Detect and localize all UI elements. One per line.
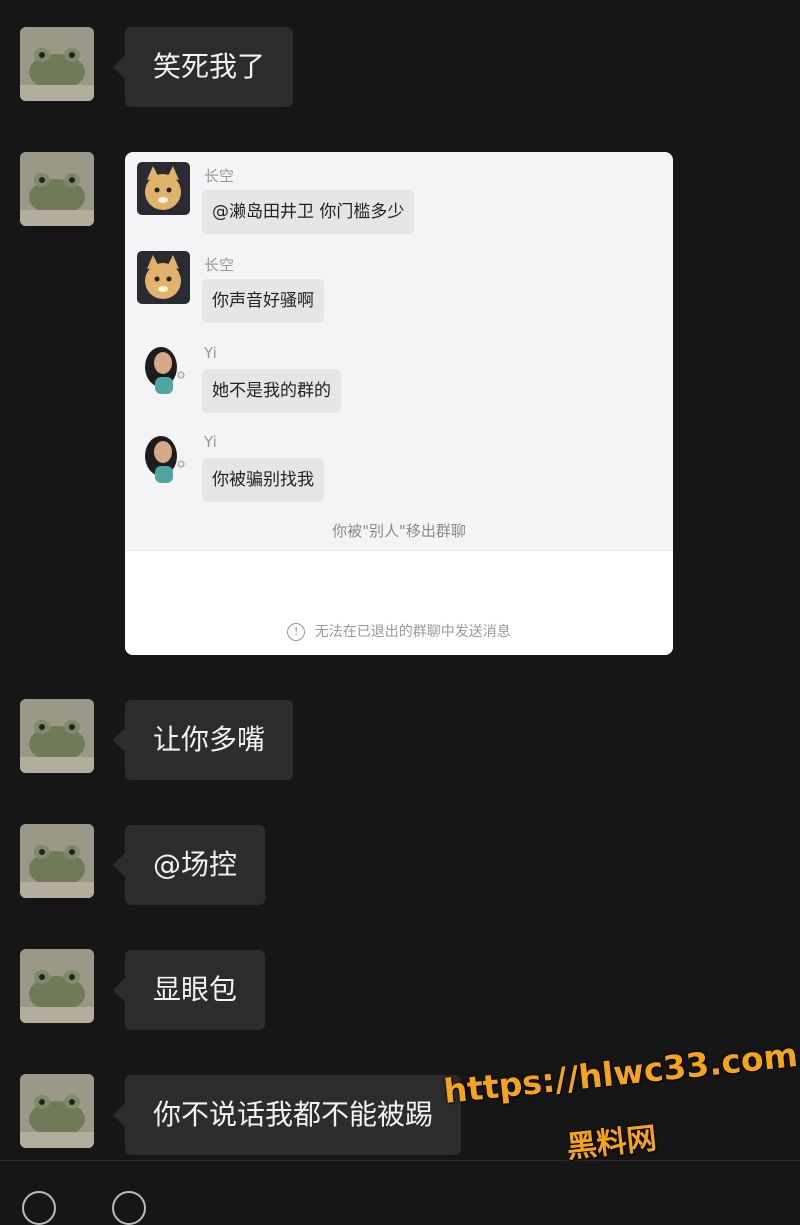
quoted-message: 她不是我的群的 (202, 369, 341, 413)
princess-avatar-icon (137, 341, 190, 394)
message-bubble[interactable]: 笑死我了 (112, 27, 294, 107)
sender-name: Yi (204, 344, 217, 362)
bottom-input-bar (0, 1160, 800, 1225)
frog-avatar-icon (20, 1074, 94, 1148)
sender-avatar[interactable] (20, 699, 94, 773)
message-text: @场控 (153, 848, 238, 881)
message-bubble[interactable]: @场控 (112, 825, 266, 905)
watermark-name: 黑料网 (565, 1121, 659, 1166)
warning-text: 无法在已退出的群聊中发送消息 (314, 624, 511, 640)
sender-name: 长空 (204, 256, 235, 274)
frog-avatar-icon (20, 27, 94, 101)
quoted-message: 你被骗别找我 (202, 458, 324, 502)
yi-avatar (137, 430, 190, 483)
princess-avatar-icon (137, 430, 190, 483)
watermark: https://hlwc33.com 黑料网 (442, 1035, 800, 1165)
message-bubble[interactable]: 你不说话我都不能被踢 (112, 1075, 462, 1155)
sender-name: 长空 (204, 167, 235, 185)
frog-avatar-icon (20, 152, 94, 226)
emoji-icon[interactable] (112, 1191, 146, 1225)
screenshot-image-message[interactable]: 长空 @濑岛田井卫 你门槛多少 长空 你声音好骚啊 Yi 她不是我的群的 Yi … (125, 152, 673, 655)
changkong-avatar (137, 251, 190, 304)
sender-avatar[interactable] (20, 27, 94, 101)
quoted-message: 你声音好骚啊 (202, 279, 324, 323)
message-text: 笑死我了 (153, 50, 266, 83)
message-text: 你不说话我都不能被踢 (153, 1098, 434, 1131)
sender-avatar[interactable] (20, 824, 94, 898)
yi-avatar (137, 341, 190, 394)
voice-icon[interactable] (22, 1191, 56, 1225)
changkong-avatar (137, 162, 190, 215)
frog-avatar-icon (20, 949, 94, 1023)
message-bubble[interactable]: 显眼包 (112, 950, 266, 1030)
message-bubble[interactable]: 让你多嘴 (112, 700, 294, 780)
info-icon: ! (287, 623, 306, 641)
system-note: 你被"别人"移出群聊 (332, 522, 466, 540)
cat-avatar-icon (137, 251, 190, 304)
frog-avatar-icon (20, 699, 94, 773)
message-text: 让你多嘴 (153, 723, 266, 756)
sender-name: Yi (204, 433, 217, 451)
cat-avatar-icon (137, 162, 190, 215)
sender-avatar[interactable] (20, 152, 94, 226)
message-text: 显眼包 (153, 973, 238, 1006)
sender-avatar[interactable] (20, 949, 94, 1023)
quoted-message: @濑岛田井卫 你门槛多少 (202, 190, 415, 234)
sender-avatar[interactable] (20, 1074, 94, 1148)
warning-message: ! 无法在已退出的群聊中发送消息 (125, 621, 673, 641)
disabled-input-area: ! 无法在已退出的群聊中发送消息 (125, 550, 673, 655)
watermark-url: https://hlwc33.com (441, 1035, 800, 1111)
frog-avatar-icon (20, 824, 94, 898)
